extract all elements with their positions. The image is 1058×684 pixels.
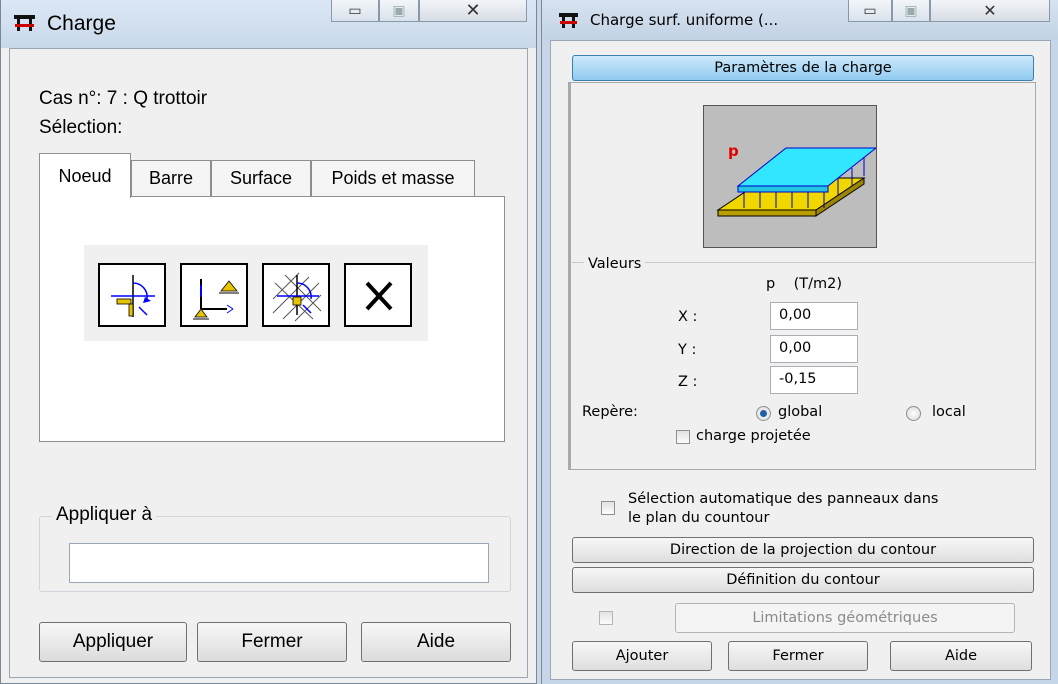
grid-node-button[interactable] (262, 263, 330, 327)
surface-load-diagram: p (716, 142, 878, 217)
tab-label: Noeud (58, 165, 112, 186)
contour-definition-button[interactable]: Définition du contour (572, 567, 1034, 593)
maximize-button[interactable]: ▣ (892, 0, 930, 22)
local-radio[interactable] (906, 406, 921, 421)
tab-panel-noeud (39, 196, 505, 442)
charge-window: Charge ▭ ▣ ✕ Cas n°: 7 : Q trottoir Séle… (0, 0, 537, 684)
button-label: Ajouter (615, 648, 669, 664)
apply-to-input[interactable] (69, 543, 489, 583)
window-title: Charge surf. uniforme (... (590, 11, 779, 29)
tab-noeud[interactable]: Noeud (39, 153, 131, 198)
maximize-icon: ▣ (904, 2, 918, 19)
delete-icon (365, 281, 393, 311)
button-label: Fermer (772, 648, 824, 664)
node-support-icon (193, 279, 239, 320)
button-label: Direction de la projection du contour (669, 542, 937, 558)
frame-label: Repère: (582, 404, 638, 420)
grid-node-icon (272, 272, 322, 322)
close-icon: ✕ (983, 1, 997, 20)
case-label: Cas n°: 7 : Q trottoir (39, 88, 208, 109)
button-label: Fermer (241, 631, 303, 652)
global-radio[interactable] (756, 406, 771, 421)
close-button[interactable]: ✕ (930, 0, 1050, 22)
node-load-icon (111, 275, 155, 317)
node-load-button[interactable] (98, 263, 166, 327)
geometric-limits-button[interactable]: Limitations géométriques (675, 603, 1015, 633)
tab-label: Poids et masse (331, 168, 455, 188)
projected-load-checkbox[interactable] (676, 430, 690, 444)
minimize-button[interactable]: ▭ (331, 0, 379, 22)
geometric-limits-checkbox[interactable] (599, 611, 613, 625)
close-button[interactable]: ✕ (419, 0, 527, 22)
local-radio-label: local (932, 404, 966, 420)
projected-load-label: charge projetée (696, 428, 811, 444)
auto-select-checkbox[interactable] (601, 501, 615, 515)
delete-button[interactable] (344, 263, 412, 327)
auto-select-label-line2: le plan du countour (628, 510, 770, 526)
app-icon (14, 15, 35, 31)
close-dialog-button[interactable]: Fermer (197, 622, 347, 662)
close-dialog-button[interactable]: Fermer (728, 641, 868, 671)
load-diagram: p (703, 105, 878, 248)
y-value-input[interactable]: 0,00 (770, 335, 858, 363)
values-label: Valeurs (584, 256, 646, 272)
x-label: X : (678, 309, 698, 325)
projection-direction-button[interactable]: Direction de la projection du contour (572, 537, 1034, 563)
button-label: Paramètres de la charge (714, 60, 892, 76)
load-parameters-button[interactable]: Paramètres de la charge (572, 55, 1034, 81)
button-label: Aide (416, 631, 456, 652)
button-label: Aide (944, 648, 978, 664)
column-header: p (T/m2) (766, 276, 843, 292)
button-label: Limitations géométriques (752, 610, 938, 626)
title-bar[interactable]: Charge ▭ ▣ ✕ (1, 0, 536, 48)
tab-label: Barre (148, 168, 193, 188)
help-button[interactable]: Aide (890, 641, 1032, 671)
y-label: Y : (678, 342, 697, 358)
apply-button[interactable]: Appliquer (39, 622, 187, 662)
z-label: Z : (678, 374, 698, 390)
minimize-icon: ▭ (348, 2, 362, 19)
window-title: Charge (47, 12, 116, 35)
node-toolbar (84, 245, 428, 341)
minimize-icon: ▭ (863, 2, 877, 19)
app-icon (559, 13, 578, 28)
maximize-button[interactable]: ▣ (379, 0, 419, 22)
tab-poids-et-masse[interactable]: Poids et masse (311, 160, 475, 196)
diagram-p-label: p (728, 142, 739, 160)
maximize-icon: ▣ (392, 2, 406, 19)
auto-select-label-line1: Sélection automatique des panneaux dans (628, 491, 939, 507)
tab-surface[interactable]: Surface (211, 160, 311, 196)
add-button[interactable]: Ajouter (572, 641, 712, 671)
z-value-input[interactable]: -0,15 (770, 366, 858, 394)
minimize-button[interactable]: ▭ (848, 0, 892, 22)
node-support-button[interactable] (180, 263, 248, 327)
close-icon: ✕ (465, 0, 481, 21)
selection-label: Sélection: (39, 117, 123, 138)
title-bar[interactable]: Charge surf. uniforme (... ▭ ▣ ✕ (542, 0, 1058, 40)
button-label: Appliquer (72, 631, 154, 652)
global-radio-label: global (778, 404, 823, 420)
button-label: Définition du contour (726, 572, 880, 588)
x-value-input[interactable]: 0,00 (770, 302, 858, 330)
apply-to-label: Appliquer à (52, 504, 157, 526)
tab-barre[interactable]: Barre (131, 160, 211, 196)
tab-label: Surface (229, 168, 293, 188)
help-button[interactable]: Aide (361, 622, 511, 662)
